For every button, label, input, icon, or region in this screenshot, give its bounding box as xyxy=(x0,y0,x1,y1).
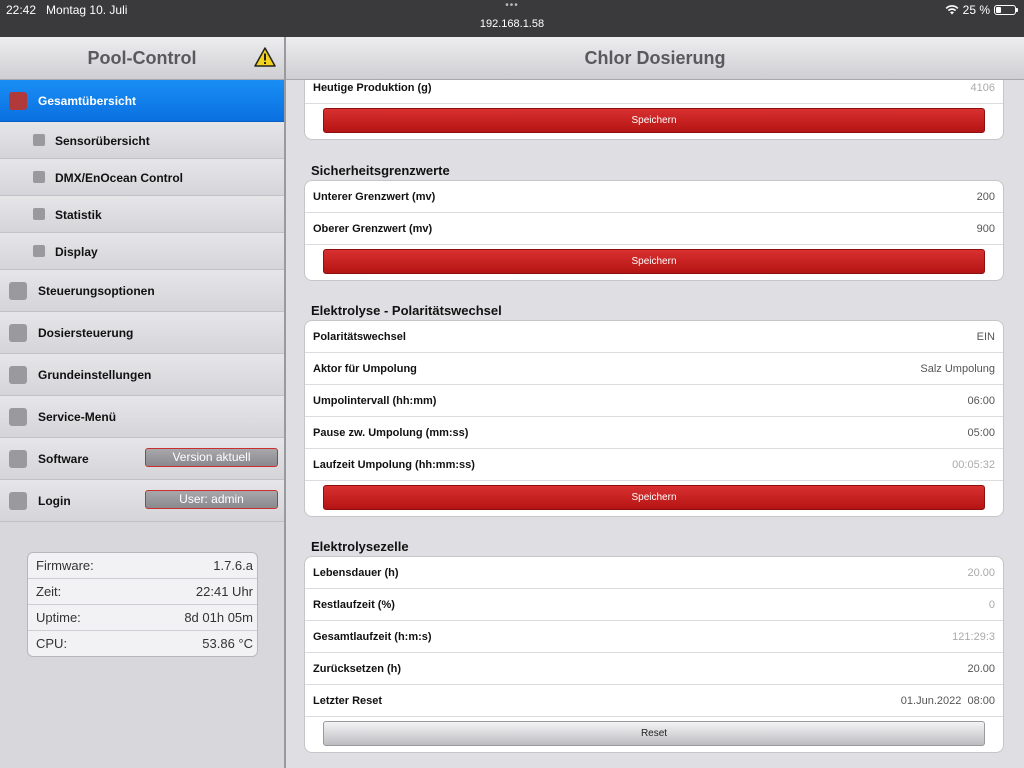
setting-row-lifetime[interactable]: Lebensdauer (h) 20.00 xyxy=(305,557,1003,589)
info-row-firmware: Firmware: 1.7.6.a xyxy=(28,553,257,579)
sidebar: Pool-Control Gesamtübersicht Sensorübers… xyxy=(0,37,286,768)
section-title: Sicherheitsgrenzwerte xyxy=(311,163,450,178)
page-title: Chlor Dosierung xyxy=(286,37,1024,80)
sidebar-item-steuerungsoptionen[interactable]: Steuerungsoptionen xyxy=(0,270,284,312)
sidebar-header: Pool-Control xyxy=(0,37,284,80)
setting-row-lower-limit[interactable]: Unterer Grenzwert (mv) 200 xyxy=(305,181,1003,213)
setting-row-upper-limit[interactable]: Oberer Grenzwert (mv) 900 xyxy=(305,213,1003,245)
setting-row-pause[interactable]: Pause zw. Umpolung (mm:ss) 05:00 xyxy=(305,417,1003,449)
electrolysis-cell-card: Lebensdauer (h) 20.00 Restlaufzeit (%) 0… xyxy=(304,556,1004,753)
sidebar-item-label: Steuerungsoptionen xyxy=(38,284,155,298)
version-status-button[interactable]: Version aktuell xyxy=(145,448,278,467)
polarity-card: Polaritätswechsel EIN Aktor für Umpolung… xyxy=(304,320,1004,517)
setting-row-last-reset[interactable]: Letzter Reset 01.Jun.2022 08:00 xyxy=(305,685,1003,717)
battery-icon xyxy=(994,5,1018,15)
status-square-icon xyxy=(9,282,27,300)
system-info-box: Firmware: 1.7.6.a Zeit: 22:41 Uhr Uptime… xyxy=(27,552,258,657)
wifi-icon xyxy=(945,5,959,15)
sidebar-item-label: Sensorübersicht xyxy=(55,134,150,148)
sidebar-item-label: Display xyxy=(55,245,98,259)
status-right: 25 % xyxy=(945,3,1018,17)
sidebar-item-statistik[interactable]: Statistik xyxy=(0,196,284,233)
status-square-icon xyxy=(9,408,27,426)
sidebar-item-label: Dosiersteuerung xyxy=(38,326,134,340)
info-row-time: Zeit: 22:41 Uhr xyxy=(28,579,257,605)
sidebar-item-service-menu[interactable]: Service-Menü xyxy=(0,396,284,438)
save-button[interactable]: Speichern xyxy=(323,485,985,510)
setting-row-interval[interactable]: Umpolintervall (hh:mm) 06:00 xyxy=(305,385,1003,417)
multitask-dots[interactable]: ••• xyxy=(0,0,1024,11)
address-url[interactable]: 192.168.1.58 xyxy=(0,18,1024,30)
setting-row-total-runtime[interactable]: Gesamtlaufzeit (h:m:s) 121:29:3 xyxy=(305,621,1003,653)
setting-row-production[interactable]: Heutige Produktion (g) 4106 xyxy=(305,80,1003,104)
section-title: Elektrolysezelle xyxy=(311,539,409,554)
sidebar-item-software[interactable]: Software Version aktuell xyxy=(0,438,284,480)
status-square-icon xyxy=(33,134,45,146)
status-square-icon xyxy=(33,208,45,220)
user-button[interactable]: User: admin xyxy=(145,490,278,509)
info-row-uptime: Uptime: 8d 01h 05m xyxy=(28,605,257,631)
sidebar-item-label: Gesamtübersicht xyxy=(38,94,137,108)
sidebar-item-label: Service-Menü xyxy=(38,410,117,424)
sidebar-item-grundeinstellungen[interactable]: Grundeinstellungen xyxy=(0,354,284,396)
sidebar-item-label: Login xyxy=(38,494,71,508)
status-square-icon xyxy=(9,92,27,110)
sidebar-item-dmx-enocean[interactable]: DMX/EnOcean Control xyxy=(0,159,284,196)
sidebar-item-sensoruebersicht[interactable]: Sensorübersicht xyxy=(0,122,284,159)
sidebar-item-label: Software xyxy=(38,452,89,466)
sidebar-item-login[interactable]: Login User: admin xyxy=(0,480,284,522)
sidebar-item-label: Grundeinstellungen xyxy=(38,368,152,382)
status-bar: 22:42 Montag 10. Juli ••• 192.168.1.58 2… xyxy=(0,0,1024,37)
sidebar-item-gesamtuebersicht[interactable]: Gesamtübersicht xyxy=(0,80,284,122)
status-square-icon xyxy=(9,492,27,510)
status-square-icon xyxy=(33,245,45,257)
status-square-icon xyxy=(9,450,27,468)
save-button[interactable]: Speichern xyxy=(323,108,985,133)
battery-percent: 25 % xyxy=(962,3,990,17)
setting-row-reset-hours[interactable]: Zurücksetzen (h) 20.00 xyxy=(305,653,1003,685)
main-content[interactable]: Heutige Produktion (g) 4106 Speichern Si… xyxy=(286,80,1024,768)
setting-row-actuator[interactable]: Aktor für Umpolung Salz Umpolung xyxy=(305,353,1003,385)
setting-row-runtime[interactable]: Laufzeit Umpolung (hh:mm:ss) 00:05:32 xyxy=(305,449,1003,481)
status-square-icon xyxy=(33,171,45,183)
save-button[interactable]: Speichern xyxy=(323,249,985,274)
sidebar-item-display[interactable]: Display xyxy=(0,233,284,270)
setting-row-remaining[interactable]: Restlaufzeit (%) 0 xyxy=(305,589,1003,621)
sidebar-item-label: Statistik xyxy=(55,208,102,222)
info-row-cpu: CPU: 53.86 °C xyxy=(36,636,253,651)
warning-icon[interactable] xyxy=(254,47,276,67)
app-title: Pool-Control xyxy=(87,48,197,68)
production-card: Heutige Produktion (g) 4106 Speichern xyxy=(304,80,1004,140)
setting-row-polarity[interactable]: Polaritätswechsel EIN xyxy=(305,321,1003,353)
sidebar-item-dosiersteuerung[interactable]: Dosiersteuerung xyxy=(0,312,284,354)
safety-limits-card: Unterer Grenzwert (mv) 200 Oberer Grenzw… xyxy=(304,180,1004,281)
sidebar-item-label: DMX/EnOcean Control xyxy=(55,171,184,185)
section-title: Elektrolyse - Polaritätswechsel xyxy=(311,303,502,318)
status-square-icon xyxy=(9,366,27,384)
status-square-icon xyxy=(9,324,27,342)
reset-button[interactable]: Reset xyxy=(323,721,985,746)
